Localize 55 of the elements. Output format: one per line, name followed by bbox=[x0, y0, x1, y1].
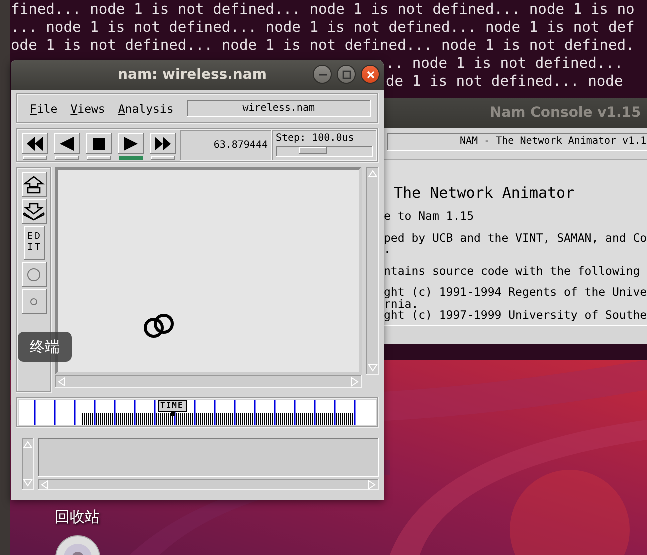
terminal-line: ... node 1 is not defined... node 1 is not defined... node 1 is not def bbox=[11, 19, 635, 37]
tooltip: 终端 bbox=[18, 332, 72, 362]
small-circle-icon bbox=[30, 298, 38, 306]
edit-button[interactable]: EDIT bbox=[24, 226, 44, 260]
console-line: e to Nam 1.15 bbox=[384, 211, 476, 222]
slider-thumb[interactable] bbox=[299, 147, 328, 154]
right-arrow-icon[interactable] bbox=[368, 480, 376, 490]
up-arrow-tray-icon bbox=[23, 176, 45, 194]
fast-forward-button[interactable] bbox=[150, 133, 176, 154]
console-line: . bbox=[384, 244, 391, 256]
back-button[interactable] bbox=[54, 133, 80, 154]
menu-item[interactable]: Views bbox=[70, 102, 106, 116]
menu-item[interactable]: File bbox=[30, 102, 58, 116]
terminal-line: .. node 1 is not defined... bbox=[386, 55, 624, 73]
step-label: Step: 100.0us bbox=[276, 133, 356, 144]
double-triangle-icon bbox=[25, 136, 45, 150]
play-button[interactable] bbox=[118, 133, 144, 154]
window-title: Nam Console v1.15 bbox=[490, 105, 642, 121]
console-line: ght (c) 1997-1999 University of Southe bbox=[384, 310, 647, 322]
console-line: ntains source code with the following bbox=[384, 266, 642, 277]
time-readout: 63.879444 bbox=[214, 140, 268, 151]
close-icon bbox=[366, 70, 376, 80]
time-marker[interactable]: TIME bbox=[158, 400, 187, 412]
annotation-area[interactable] bbox=[38, 438, 379, 477]
horizontal-scrollbar[interactable] bbox=[38, 479, 379, 490]
node-tool-button[interactable] bbox=[22, 262, 46, 287]
maximize-button[interactable] bbox=[337, 65, 356, 84]
minimize-button[interactable] bbox=[313, 65, 332, 84]
zoom-out-button[interactable] bbox=[22, 199, 46, 224]
header-field: NAM - The Network Animator v1.1 bbox=[387, 133, 647, 151]
zoom-in-button[interactable] bbox=[22, 172, 46, 197]
network-node[interactable] bbox=[144, 318, 164, 338]
network-node[interactable] bbox=[154, 314, 174, 334]
stop-button[interactable] bbox=[86, 133, 112, 154]
double-triangle-icon bbox=[153, 136, 173, 150]
console-line: rnia. bbox=[384, 298, 419, 310]
console-heading: The Network Animator bbox=[394, 185, 576, 201]
file-name-field: wireless.nam bbox=[186, 100, 371, 117]
rewind-button[interactable] bbox=[22, 133, 48, 154]
timeline-slider[interactable]: TIME bbox=[19, 400, 376, 425]
left-arrow-icon[interactable] bbox=[41, 480, 49, 490]
window-title: nam: wireless.nam bbox=[118, 67, 268, 83]
trash-label[interactable]: 回收站 bbox=[55, 508, 100, 527]
terminal-line: fined... node 1 is not defined... node 1 is not defined... node 1 is no bbox=[11, 1, 635, 19]
close-button[interactable] bbox=[361, 65, 380, 84]
console-line: ped by UCB and the VINT, SAMAN, and Co bbox=[384, 232, 647, 244]
step-slider[interactable] bbox=[276, 146, 373, 157]
menu-item[interactable]: Analysis bbox=[118, 102, 174, 116]
maximize-icon bbox=[342, 70, 352, 80]
down-arrow-tray-icon bbox=[23, 202, 45, 220]
terminal-line: de 1 is not defined... node bbox=[386, 73, 624, 91]
console-line: ght (c) 1991-1994 Regents of the Unive bbox=[384, 287, 647, 298]
circle-icon bbox=[27, 268, 41, 282]
small-node-tool-button[interactable] bbox=[22, 289, 46, 314]
terminal-line: ode 1 is not defined... node 1 is not defined... node 1 is not defined. bbox=[11, 37, 635, 55]
